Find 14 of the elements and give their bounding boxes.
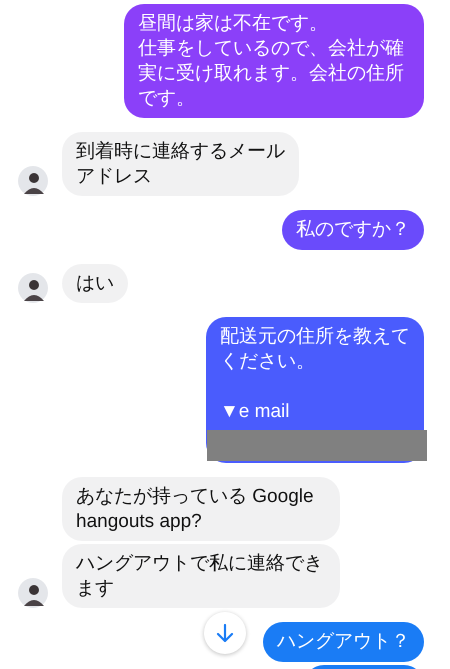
message-text: ください。 — [220, 350, 316, 374]
message-text: はい — [76, 272, 114, 296]
message-text: ハングアウト？ — [277, 630, 410, 654]
message-text: 配送元の住所を教えて — [220, 325, 410, 349]
message-text: 昼間は家は不在です。 — [138, 12, 329, 36]
message-text: 到着時に連絡するメール — [76, 140, 285, 164]
message-text: ハングアウトで私に連絡できます — [76, 552, 324, 601]
message-text: ▼e mail — [220, 400, 290, 424]
message-text: 私のですか？ — [296, 218, 410, 242]
message-text: アドレス — [76, 165, 153, 189]
down-arrow-icon — [216, 623, 234, 643]
message-text: 仕事をしているので、会社が確実に受け取れます。会社の住所です。 — [138, 37, 405, 111]
message-text: あなたが持っている Google hangouts app? — [76, 485, 315, 534]
scroll-down-button[interactable] — [204, 612, 246, 654]
